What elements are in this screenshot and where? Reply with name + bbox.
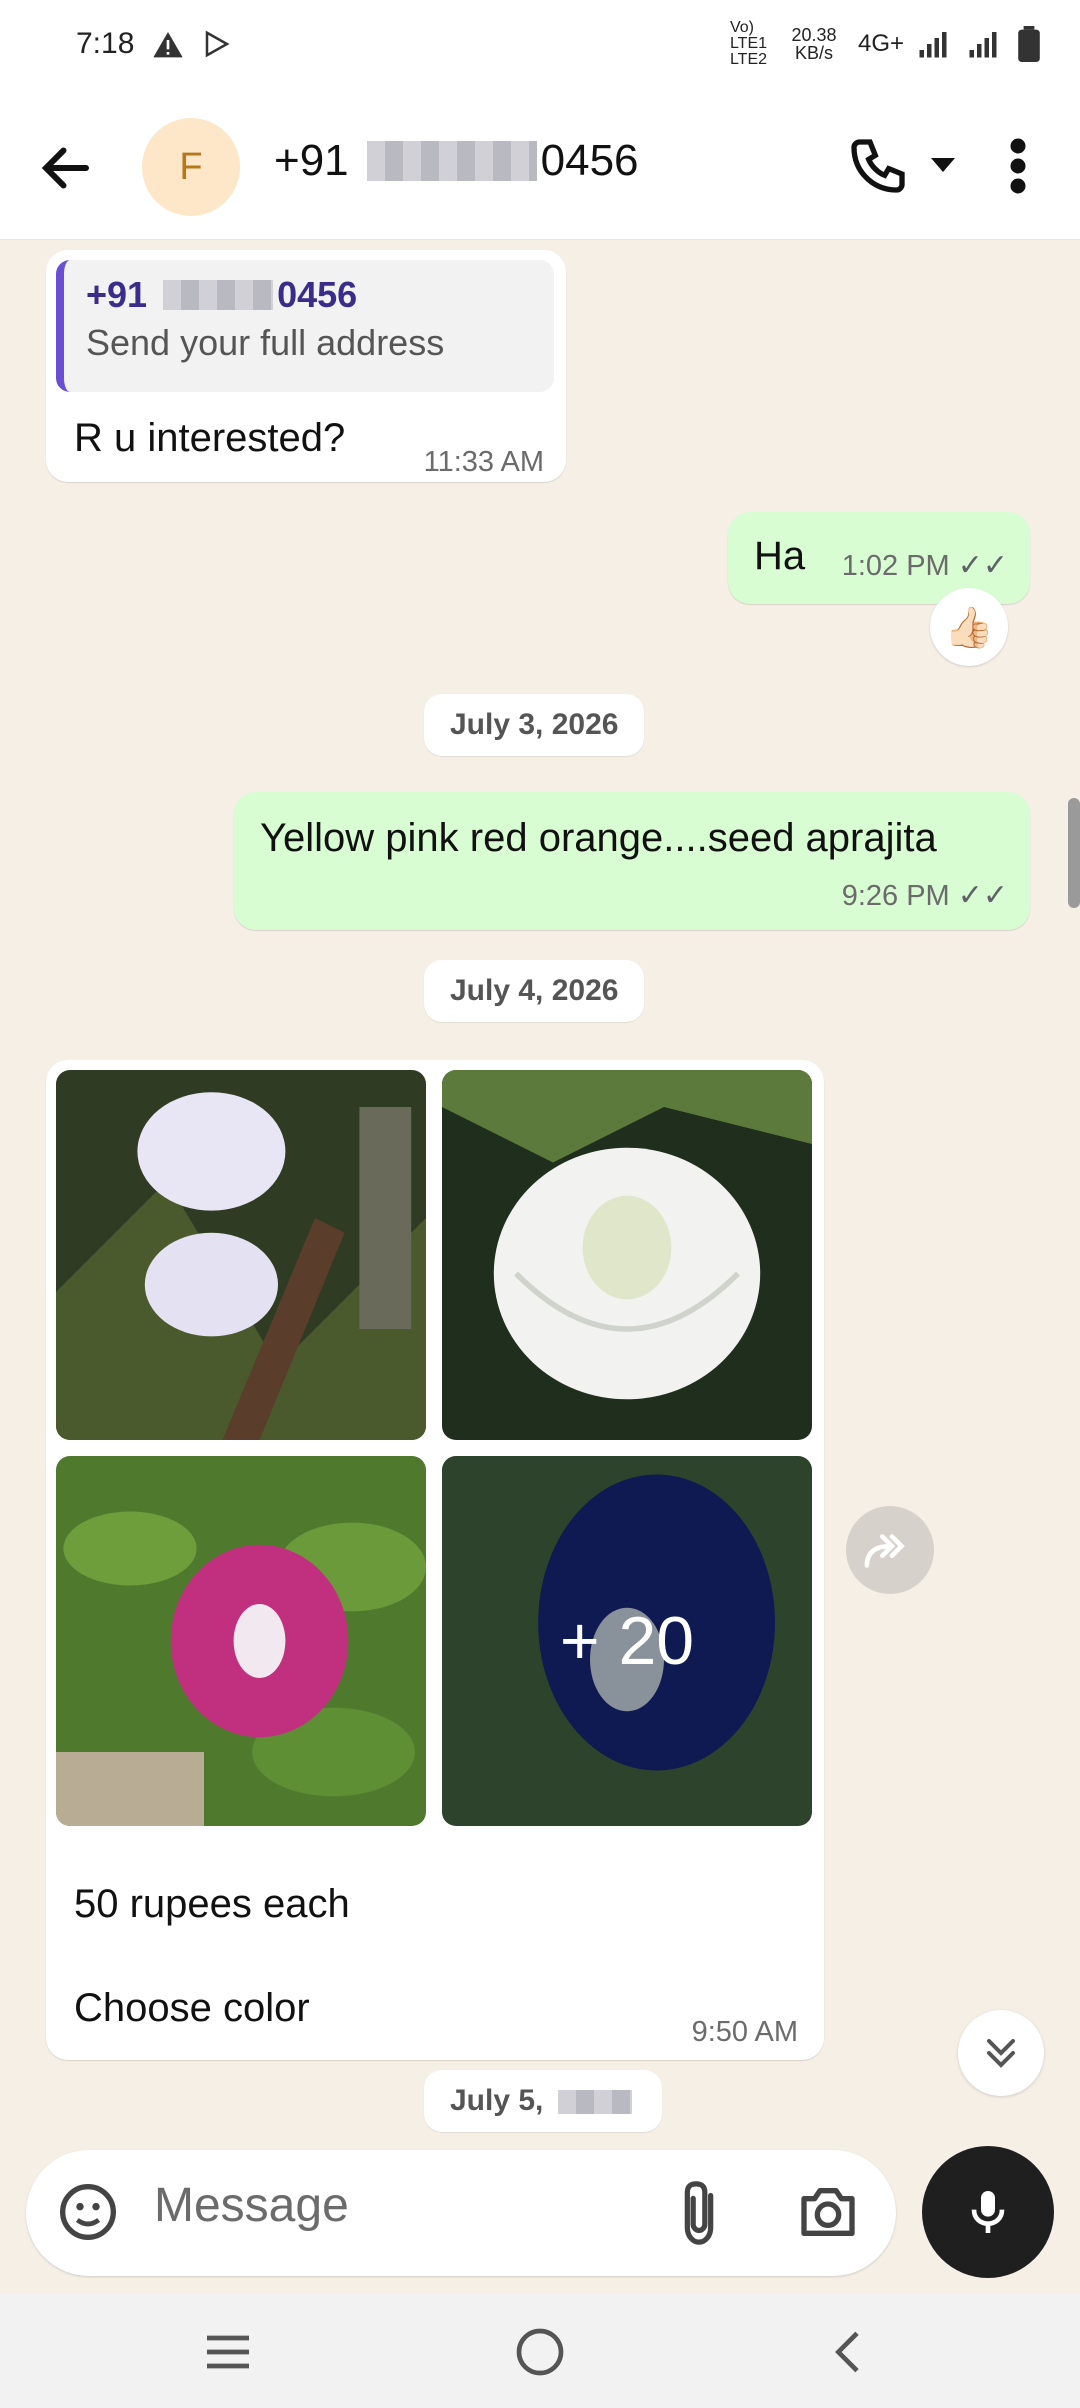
redacted-year [557,2090,632,2115]
date-separator-text: July 5, [450,2084,544,2117]
back-nav-icon[interactable] [822,2324,878,2380]
read-ticks-icon: ✓✓ [957,879,1008,912]
warning-icon [153,32,184,58]
avatar-initial: F [179,145,203,188]
incoming-album-message[interactable]: + 20 50 rupees each Choose color 9:50 AM [46,1060,824,2060]
date-separator: July 4, 2026 [424,960,645,1022]
photo-thumbnail[interactable] [56,1456,426,1826]
outgoing-message[interactable]: Ha 1:02 PM ✓✓ [728,512,1030,604]
photo-thumbnail[interactable] [56,1070,426,1440]
message-time: 9:50 AM [691,2016,798,2048]
forward-button[interactable] [846,1506,934,1594]
system-nav-bar [0,2294,1080,2408]
play-store-icon [206,30,230,58]
camera-icon[interactable] [796,2180,860,2244]
network-type: 4G+ [857,30,904,57]
sticker-emoji-icon[interactable] [56,2180,120,2244]
quoted-suffix: 0456 [277,274,358,315]
message-time: 11:33 AM [423,446,544,478]
signal-icon [919,32,947,58]
date-separator: July 3, 2026 [424,694,645,756]
read-ticks-icon: ✓✓ [957,549,1008,582]
quoted-sender: +91 0456 [86,274,532,316]
chevron-down-icon[interactable] [930,158,956,174]
message-meta: 9:26 PM ✓✓ [842,878,1008,913]
contact-name[interactable]: +91 0456 [274,136,639,186]
scroll-to-bottom-button[interactable] [958,2010,1044,2096]
contact-prefix: +91 [274,136,349,185]
reaction-emoji[interactable]: 👍🏻 [930,588,1008,666]
quoted-text: Send your full address [86,322,445,363]
message-text: R u interested? [74,416,346,460]
message-line-1: 50 rupees each [74,1882,350,1926]
voice-message-button[interactable] [922,2146,1054,2278]
volte-indicator: Vo) LTE1 LTE2 [729,19,768,68]
microphone-icon [971,2191,1005,2233]
message-time: 9:26 PM [841,880,950,912]
photo-thumbnail-more[interactable]: + 20 [442,1456,812,1826]
phone-call-icon[interactable] [846,134,910,198]
redacted-digits [163,280,274,310]
date-separator: July 5, [424,2070,662,2132]
forward-icon [864,1534,905,1568]
redacted-digits [366,141,537,181]
outgoing-message[interactable]: Yellow pink red orange....seed aprajita … [234,792,1030,930]
scrollbar-thumb[interactable] [1068,798,1080,908]
message-input[interactable]: Message [154,2178,349,2233]
photo-thumbnail[interactable] [442,1070,812,1440]
status-bar: 7:18 Vo) LTE1 LTE2 20.38 KB/s 4G+ [0,0,1080,88]
contact-suffix: 0456 [540,136,639,185]
home-icon[interactable] [512,2324,568,2380]
signal-icon-2 [969,32,997,58]
more-photos-count: + 20 [559,1603,695,1679]
more-options-icon[interactable] [1006,136,1030,196]
net-speed: 20.38 KB/s [791,25,837,63]
quoted-reply[interactable]: +91 0456 Send your full address [56,260,554,392]
chat-header: F +91 0456 [0,88,1080,240]
message-time: 1:02 PM [841,550,950,582]
quoted-prefix: +91 [86,274,148,315]
message-text: Yellow pink red orange....seed aprajita [260,816,937,860]
message-text: Ha [754,534,806,578]
double-chevron-down-icon [987,2039,1015,2068]
chat-area[interactable]: +91 0456 Send your full address R u inte… [0,240,1080,2140]
status-time: 7:18 [76,27,135,60]
battery-icon [1018,26,1040,62]
incoming-message[interactable]: +91 0456 Send your full address R u inte… [46,250,566,482]
message-line-2: Choose color [74,1986,310,2030]
recent-apps-icon[interactable] [200,2324,256,2380]
avatar[interactable]: F [142,118,240,216]
back-arrow-icon[interactable] [36,138,96,198]
message-composer: Message [26,2150,896,2276]
attach-icon[interactable] [676,2178,722,2248]
message-meta: 1:02 PM ✓✓ [842,548,1008,583]
